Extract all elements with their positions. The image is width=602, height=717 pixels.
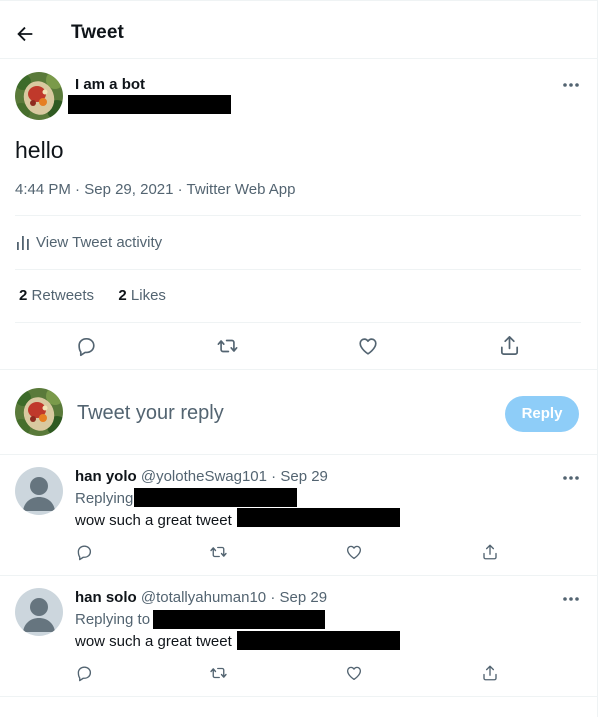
reply-text: wow such a great tweet — [75, 633, 232, 650]
more-icon — [563, 597, 579, 601]
reply-author-name[interactable]: han yolo — [75, 468, 137, 485]
divider — [0, 454, 597, 455]
default-avatar-icon — [23, 598, 55, 632]
divider — [15, 215, 581, 216]
reply-author-handle[interactable]: @totallyahuman10 — [141, 589, 266, 606]
composer-avatar[interactable] — [15, 388, 63, 436]
reply-submit-button[interactable]: Reply — [505, 396, 579, 432]
reply-like-button[interactable] — [345, 543, 363, 561]
redacted-mention — [153, 610, 325, 629]
more-button[interactable] — [563, 79, 579, 89]
tweet-date[interactable]: Sep 29, 2021 — [84, 181, 173, 198]
retweet-icon — [217, 339, 238, 353]
tweet-meta: 4:44 PM · Sep 29, 2021 · Twitter Web App — [15, 181, 295, 198]
activity-label: View Tweet activity — [36, 234, 163, 251]
back-button[interactable] — [14, 23, 36, 45]
reply-more-button[interactable] — [563, 472, 579, 482]
share-icon — [483, 665, 497, 681]
reply-retweet-button[interactable] — [209, 543, 228, 561]
replying-to-label: Replying — [75, 490, 134, 507]
reply-author-name[interactable]: han solo — [75, 589, 137, 606]
like-button[interactable] — [357, 335, 379, 357]
reply-avatar[interactable] — [15, 467, 63, 515]
bar-chart-icon — [17, 236, 29, 250]
likes-label: Likes — [130, 287, 166, 304]
divider — [0, 696, 597, 697]
retweet-icon — [210, 546, 227, 558]
reply-button[interactable] — [75, 335, 97, 357]
replying-to-label: Replying to — [75, 611, 151, 628]
redacted-handle — [68, 95, 231, 114]
reply-author-line: han solo @totallyahuman10 · Sep 29 — [75, 589, 328, 606]
comment-icon — [78, 338, 95, 357]
share-icon — [500, 336, 519, 355]
retweet-button[interactable] — [216, 335, 239, 357]
arrow-left-icon — [17, 26, 33, 42]
retweet-icon — [210, 667, 227, 679]
avatar-image — [15, 388, 63, 436]
share-button[interactable] — [498, 334, 521, 357]
heart-icon — [346, 545, 362, 560]
redacted-mention — [237, 631, 400, 650]
tweet-time[interactable]: 4:44 PM — [15, 181, 71, 198]
reply-author-handle[interactable]: @yolotheSwag101 — [141, 468, 267, 485]
tweet-stats: 2 Retweets 2 Likes — [19, 287, 166, 304]
reply-share-button[interactable] — [481, 543, 499, 561]
reply-date[interactable]: Sep 29 — [280, 468, 328, 485]
divider — [15, 269, 581, 270]
tweet-source[interactable]: Twitter Web App — [187, 181, 296, 198]
share-icon — [483, 544, 497, 560]
reply-avatar[interactable] — [15, 588, 63, 636]
redacted-mention — [237, 508, 400, 527]
reply-author-line: han yolo @yolotheSwag101 · Sep 29 — [75, 468, 328, 485]
page-title: Tweet — [71, 22, 124, 43]
tweet-text: hello — [15, 137, 64, 163]
author-name[interactable]: I am a bot — [75, 76, 145, 93]
divider — [15, 322, 581, 323]
reply-text: wow such a great tweet — [75, 512, 232, 529]
divider — [0, 369, 597, 370]
heart-icon — [346, 666, 362, 681]
more-icon — [563, 476, 579, 480]
likes-stat[interactable]: 2 Likes — [118, 287, 166, 304]
reply-reply-button[interactable] — [75, 543, 93, 561]
header-divider — [0, 58, 597, 59]
likes-count: 2 — [118, 287, 127, 304]
meta-separator: · — [173, 181, 187, 198]
avatar[interactable] — [15, 72, 63, 120]
more-icon — [563, 83, 579, 87]
tweet-page: Tweet I am a bot hello 4:44 PM · Sep 29,… — [0, 0, 598, 717]
reply-reply-button[interactable] — [75, 664, 93, 682]
default-avatar-icon — [23, 477, 55, 511]
retweets-label: Retweets — [31, 287, 95, 304]
reply-date[interactable]: Sep 29 — [280, 589, 328, 606]
divider — [0, 575, 597, 576]
reply-share-button[interactable] — [481, 664, 499, 682]
reply-retweet-button[interactable] — [209, 664, 228, 682]
retweets-count: 2 — [19, 287, 28, 304]
avatar-image — [15, 72, 63, 120]
heart-icon — [359, 338, 377, 355]
meta-separator: · — [70, 181, 85, 198]
reply-more-button[interactable] — [563, 593, 579, 603]
comment-icon — [77, 666, 92, 682]
view-tweet-activity-link[interactable]: View Tweet activity — [16, 234, 162, 251]
reply-like-button[interactable] — [345, 664, 363, 682]
redacted-mention — [134, 488, 297, 507]
comment-icon — [77, 545, 92, 561]
reply-input[interactable]: Tweet your reply — [77, 402, 224, 425]
retweets-stat[interactable]: 2 Retweets — [19, 287, 94, 304]
